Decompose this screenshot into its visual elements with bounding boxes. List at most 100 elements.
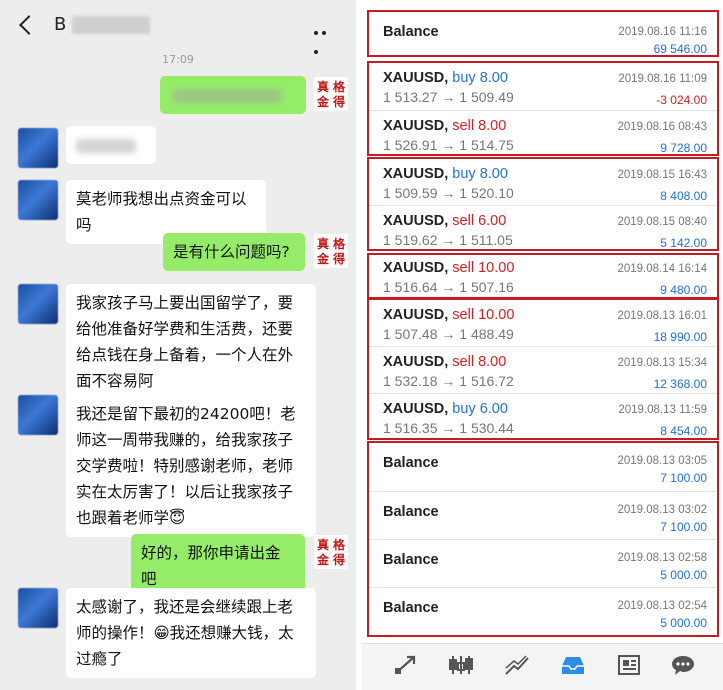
message-bubble-incoming[interactable]: 太感谢了，我还是会继续跟上老师的操作！😁我还想赚大钱，太过瘾了 (66, 588, 316, 678)
contact-avatar[interactable] (18, 588, 58, 628)
row-amount: 7 100.00 (660, 520, 707, 534)
back-arrow-icon[interactable] (19, 15, 39, 35)
highlight-box: XAUUSD, buy 8.00 1 509.59 → 1 520.10 201… (367, 157, 719, 251)
row-amount: 9 480.00 (660, 283, 707, 297)
row-label: Balance (383, 552, 439, 568)
contact-avatar[interactable] (18, 284, 58, 324)
history-row[interactable]: XAUUSD, sell 8.00 1 526.91 → 1 514.75 20… (369, 110, 717, 156)
row-amount: 5 000.00 (660, 616, 707, 630)
message-bubble-outgoing[interactable]: 是有什么问题吗? (163, 233, 305, 271)
more-options-icon[interactable] (314, 20, 336, 54)
avatar-char: 金 (317, 553, 330, 567)
chat-title: B (54, 14, 151, 35)
avatar-char: 金 (317, 95, 330, 109)
history-row[interactable]: XAUUSD, sell 10.00 1 507.48 → 1 488.49 2… (369, 300, 717, 346)
history-row[interactable]: XAUUSD, sell 6.00 1 519.62 → 1 511.05 20… (369, 205, 717, 251)
trade-history-panel: Balance 2019.08.16 11:16 69 546.00 XAUUS… (356, 0, 723, 690)
message-bubble-incoming[interactable]: 我还是留下最初的24200吧！老师这一周带我赚的，给我家孩子交学费啦！特别感谢老… (66, 395, 316, 537)
history-row[interactable]: XAUUSD, buy 8.00 1 513.27 → 1 509.49 201… (369, 63, 717, 109)
avatar-char: 得 (333, 252, 346, 266)
row-amount: 9 728.00 (660, 141, 707, 155)
highlight-box: XAUUSD, sell 10.00 1 516.64 → 1 507.16 2… (367, 253, 719, 299)
row-amount: 69 546.00 (653, 42, 707, 56)
row-prices: 1 526.91 → 1 514.75 (383, 137, 514, 153)
my-avatar[interactable]: 真格金得 (313, 76, 349, 112)
avatar-char: 格 (333, 80, 346, 94)
history-row[interactable]: Balance 2019.08.13 02:58 5 000.00 (369, 539, 717, 587)
history-row[interactable]: XAUUSD, buy 6.00 1 516.35 → 1 530.44 201… (369, 393, 717, 439)
avatar-char: 格 (333, 538, 346, 552)
row-label: XAUUSD, sell 10.00 (383, 260, 515, 276)
row-amount: 18 990.00 (653, 330, 707, 344)
highlight-box: XAUUSD, sell 10.00 1 507.48 → 1 488.49 2… (367, 298, 719, 440)
row-date: 2019.08.13 02:58 (617, 552, 707, 564)
row-amount: -3 024.00 (656, 93, 707, 107)
message-bubble-outgoing[interactable] (160, 76, 306, 114)
row-amount: 7 100.00 (660, 471, 707, 485)
history-row[interactable]: Balance 2019.08.13 02:54 5 000.00 (369, 587, 717, 635)
row-prices: 1 507.48 → 1 488.49 (383, 326, 514, 342)
row-date: 2019.08.16 11:09 (618, 73, 707, 85)
chat-icon[interactable] (670, 654, 696, 678)
row-date: 2019.08.15 08:40 (617, 216, 707, 228)
bottom-navigation (362, 643, 723, 690)
chat-header: B (0, 0, 356, 54)
my-avatar[interactable]: 真格金得 (313, 534, 349, 570)
row-label: Balance (383, 24, 439, 40)
row-prices: 1 532.18 → 1 516.72 (383, 373, 514, 389)
news-icon[interactable] (616, 654, 642, 678)
my-avatar[interactable]: 真格金得 (313, 233, 349, 269)
contact-avatar[interactable] (18, 395, 58, 435)
history-row[interactable]: XAUUSD, buy 8.00 1 509.59 → 1 520.10 201… (369, 159, 717, 205)
row-prices: 1 516.64 → 1 507.16 (383, 279, 514, 295)
history-row[interactable]: Balance 2019.08.13 03:02 7 100.00 (369, 491, 717, 539)
row-label: XAUUSD, buy 8.00 (383, 70, 508, 86)
avatar-char: 金 (317, 252, 330, 266)
highlight-box: XAUUSD, buy 8.00 1 513.27 → 1 509.49 201… (367, 61, 719, 156)
row-prices: 1 513.27 → 1 509.49 (383, 89, 514, 105)
row-prices: 1 516.35 → 1 530.44 (383, 420, 514, 436)
history-row[interactable]: XAUUSD, sell 10.00 1 516.64 → 1 507.16 2… (369, 253, 717, 299)
message-bubble-incoming[interactable]: 我家孩子马上要出国留学了，要给他准备好学费和生活费，还要给点钱在身上备着，一个人… (66, 284, 316, 400)
trade-icon[interactable] (392, 654, 418, 678)
chat-title-text: B (54, 14, 67, 35)
row-date: 2019.08.16 08:43 (617, 121, 707, 133)
row-amount: 5 142.00 (660, 236, 707, 250)
history-row[interactable]: Balance 2019.08.13 03:05 7 100.00 (369, 443, 717, 491)
avatar-char: 真 (317, 80, 330, 94)
row-label: XAUUSD, buy 8.00 (383, 166, 508, 182)
row-date: 2019.08.14 16:14 (617, 263, 707, 275)
history-row[interactable]: Balance 2019.08.16 11:16 69 546.00 (369, 12, 717, 56)
row-amount: 8 408.00 (660, 189, 707, 203)
highlight-box: Balance 2019.08.13 03:05 7 100.00 Balanc… (367, 441, 719, 637)
avatar-char: 格 (333, 237, 346, 251)
history-row[interactable]: XAUUSD, sell 8.00 1 532.18 → 1 516.72 20… (369, 346, 717, 393)
row-amount: 5 000.00 (660, 568, 707, 582)
row-label: XAUUSD, sell 8.00 (383, 354, 507, 370)
contact-avatar[interactable] (18, 128, 58, 168)
contact-avatar[interactable] (18, 180, 58, 220)
row-date: 2019.08.13 16:01 (617, 310, 707, 322)
row-label: XAUUSD, buy 6.00 (383, 401, 508, 417)
chart-icon[interactable] (448, 654, 474, 678)
message-timestamp: 17:09 (162, 53, 194, 66)
row-date: 2019.08.13 02:54 (617, 600, 707, 612)
row-label: XAUUSD, sell 10.00 (383, 307, 515, 323)
row-amount: 12 368.00 (653, 377, 707, 391)
avatar-char: 真 (317, 237, 330, 251)
row-label: Balance (383, 600, 439, 616)
avatar-char: 得 (333, 95, 346, 109)
row-label: XAUUSD, sell 8.00 (383, 118, 507, 134)
row-amount: 8 454.00 (660, 424, 707, 438)
row-label: Balance (383, 504, 439, 520)
row-date: 2019.08.13 15:34 (617, 357, 707, 369)
blurred-name (72, 16, 151, 34)
row-date: 2019.08.13 03:05 (617, 455, 707, 467)
row-date: 2019.08.15 16:43 (617, 169, 707, 181)
row-prices: 1 509.59 → 1 520.10 (383, 185, 514, 201)
quotes-icon[interactable] (504, 654, 530, 678)
row-date: 2019.08.13 11:59 (618, 404, 707, 416)
history-icon[interactable] (560, 654, 586, 678)
row-label: Balance (383, 455, 439, 471)
message-bubble-incoming[interactable] (66, 126, 156, 164)
